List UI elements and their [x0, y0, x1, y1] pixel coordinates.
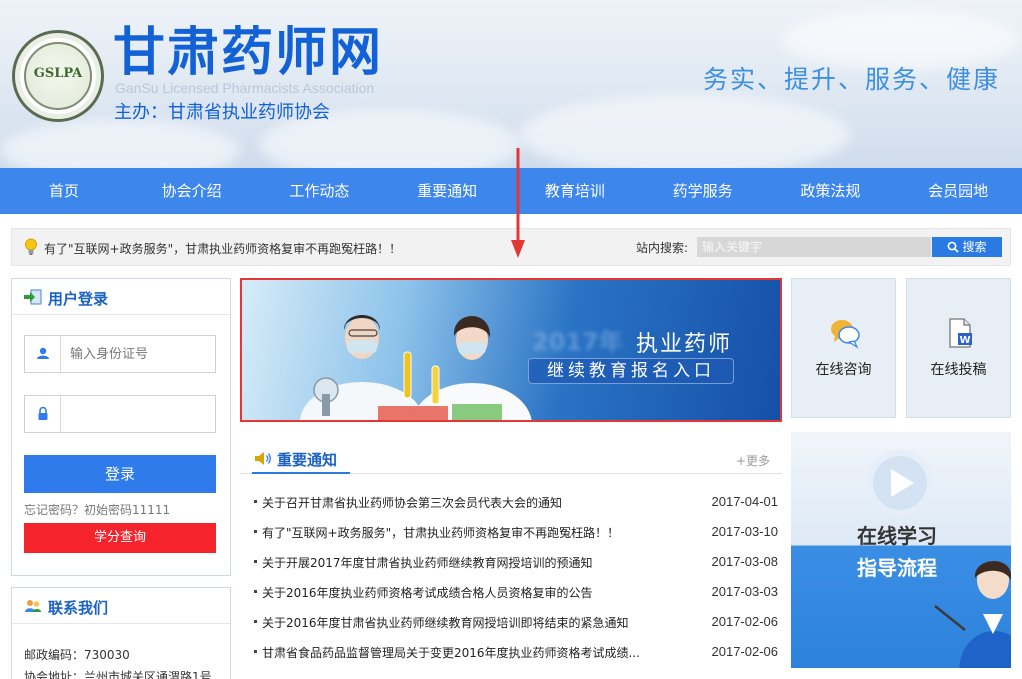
notices-title-underline	[252, 472, 350, 474]
password-input[interactable]	[62, 396, 212, 432]
password-field[interactable]	[24, 395, 216, 433]
association-logo[interactable]: GSLPA	[12, 30, 104, 122]
contacts-icon	[25, 600, 41, 612]
notices-more-link[interactable]: +更多	[736, 452, 770, 469]
login-title: 用户登录	[48, 290, 109, 308]
notice-title[interactable]: 关于2016年度甘肃省执业药师继续教育网授培训即将结束的紧急通知	[262, 614, 629, 631]
nav-item-training[interactable]: 教育培训	[511, 168, 639, 214]
study-line2: 指导流程	[857, 556, 937, 580]
contact-address: 协会地址：兰州市城关区通渭路1号	[24, 670, 212, 679]
lock-icon	[25, 396, 61, 432]
notice-row[interactable]: 关于2016年度甘肃省执业药师继续教育网授培训即将结束的紧急通知 2017-02…	[254, 612, 778, 632]
search-button-label: 搜索	[962, 240, 987, 254]
notice-date: 2017-02-06	[711, 614, 779, 629]
speaker-icon	[255, 452, 271, 465]
banner-line1: 执业药师	[636, 332, 733, 357]
site-subtitle: GanSu Licensed Pharmacists Association	[115, 80, 375, 96]
pharmacists-illustration	[300, 315, 532, 420]
lightbulb-icon	[25, 238, 37, 255]
notice-row[interactable]: 关于2016年度执业药师资格考试成绩合格人员资格复审的公告 2017-03-03	[254, 582, 778, 602]
contact-title: 联系我们	[48, 599, 109, 617]
site-title[interactable]: 甘肃药师网	[113, 22, 383, 84]
id-number-field[interactable]	[24, 335, 216, 373]
search-icon	[948, 241, 960, 253]
bullet	[254, 650, 257, 653]
contact-panel: 联系我们 邮政编码：730030 协会地址：兰州市城关区通渭路1号	[11, 587, 231, 679]
notice-title[interactable]: 有了"互联网+政务服务"，甘肃执业药师资格复审不再跑冤枉路！！	[262, 524, 619, 541]
banner-line2: 继续教育报名入口	[528, 358, 734, 384]
svg-text:W: W	[959, 335, 970, 346]
presenter-illustration	[934, 561, 1011, 668]
nav-item-news[interactable]: 工作动态	[256, 168, 384, 214]
notices-title: 重要通知	[277, 451, 338, 469]
bullet	[254, 560, 257, 563]
site-header: GSLPA 甘肃药师网 GanSu Licensed Pharmacists A…	[0, 0, 1022, 168]
document-icon: W	[949, 318, 972, 348]
forgot-password-link[interactable]: 忘记密码？初始密码11111	[24, 501, 170, 518]
bullet	[254, 500, 257, 503]
login-panel: 用户登录 登录 忘记密码？初始密码11111 学分查询	[11, 278, 231, 576]
credit-query-button[interactable]: 学分查询	[24, 523, 216, 553]
nav-item-policy[interactable]: 政策法规	[767, 168, 895, 214]
site-host: 主办：甘肃省执业药师协会	[114, 102, 330, 123]
nav-item-home[interactable]: 首页	[0, 168, 128, 214]
notice-title[interactable]: 甘肃省食品药品监督管理局关于变更2016年度执业药师资格考试成绩...	[262, 644, 640, 661]
contact-panel-header: 联系我们	[12, 588, 230, 624]
nav-item-pharmacy-service[interactable]: 药学服务	[639, 168, 767, 214]
notice-row[interactable]: 关于召开甘肃省执业药师协会第三次会员代表大会的通知 2017-04-01	[254, 492, 778, 512]
online-consult-label: 在线咨询	[815, 362, 872, 378]
contact-postcode: 邮政编码：730030	[24, 648, 130, 662]
user-icon	[25, 336, 61, 372]
bullet	[254, 590, 257, 593]
nav-item-notices[interactable]: 重要通知	[383, 168, 511, 214]
cloud-decoration	[0, 120, 240, 168]
online-study-guide[interactable]: 在线学习 指导流程	[791, 432, 1011, 668]
notice-title[interactable]: 关于开展2017年度甘肃省执业药师继续教育网授培训的预通知	[262, 554, 593, 571]
study-line1: 在线学习	[857, 524, 937, 548]
registration-banner[interactable]: 2017年 执业药师 继续教育报名入口	[240, 278, 782, 422]
notice-date: 2017-03-08	[711, 554, 779, 569]
cloud-decoration	[520, 95, 850, 168]
banner-year: 2017年	[532, 328, 623, 356]
notice-date: 2017-02-06	[711, 644, 779, 659]
search-input[interactable]	[697, 237, 931, 257]
bullet	[254, 530, 257, 533]
search-button[interactable]: 搜索	[932, 237, 1002, 257]
nav-item-members[interactable]: 会员园地	[894, 168, 1022, 214]
online-submit-tile[interactable]: W 在线投稿	[906, 278, 1011, 418]
logo-abbr: GSLPA	[33, 66, 83, 81]
search-label: 站内搜索:	[636, 241, 689, 255]
chat-bubbles-icon	[831, 320, 860, 349]
notice-title[interactable]: 关于2016年度执业药师资格考试成绩合格人员资格复审的公告	[262, 584, 593, 601]
nav-item-about[interactable]: 协会介绍	[128, 168, 256, 214]
bullet	[254, 620, 257, 623]
notice-date: 2017-03-03	[711, 584, 779, 599]
play-icon	[867, 450, 933, 516]
scrolling-notice[interactable]: 有了"互联网+政务服务"，甘肃执业药师资格复审不再跑冤枉路！！	[44, 240, 401, 257]
online-submit-label: 在线投稿	[930, 362, 987, 378]
notice-row[interactable]: 有了"互联网+政务服务"，甘肃执业药师资格复审不再跑冤枉路！！ 2017-03-…	[254, 522, 778, 542]
notice-row[interactable]: 关于开展2017年度甘肃省执业药师继续教育网授培训的预通知 2017-03-08	[254, 552, 778, 572]
id-number-input[interactable]	[62, 336, 212, 372]
login-panel-header: 用户登录	[12, 279, 230, 315]
online-consult-tile[interactable]: 在线咨询	[791, 278, 896, 418]
notice-date: 2017-04-01	[711, 494, 779, 509]
login-button[interactable]: 登录	[24, 455, 216, 493]
notice-row[interactable]: 甘肃省食品药品监督管理局关于变更2016年度执业药师资格考试成绩... 2017…	[254, 642, 778, 662]
notices-header: 重要通知 +更多	[240, 436, 782, 474]
notice-title[interactable]: 关于召开甘肃省执业药师协会第三次会员代表大会的通知	[262, 494, 562, 511]
annotation-arrow	[511, 148, 525, 258]
login-arrow-icon	[24, 289, 42, 305]
important-notices: 重要通知 +更多 关于召开甘肃省执业药师协会第三次会员代表大会的通知 2017-…	[240, 436, 782, 679]
notice-date: 2017-03-10	[711, 524, 779, 539]
site-slogan: 务实、提升、服务、健康	[702, 65, 1000, 94]
